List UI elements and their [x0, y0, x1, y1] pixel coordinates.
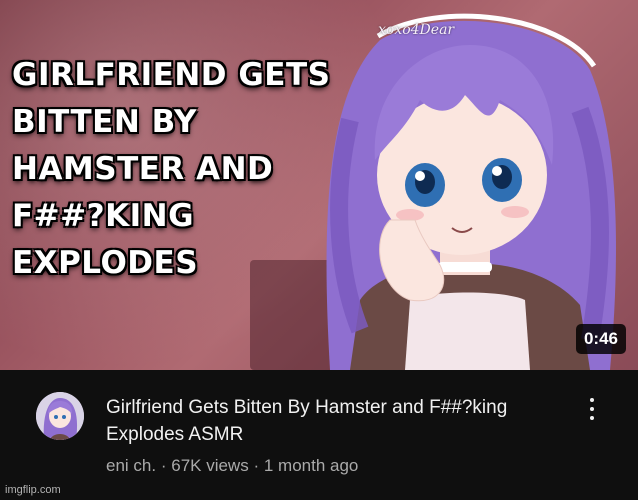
more-vert-icon[interactable] [582, 394, 602, 424]
duration-badge: 0:46 [575, 324, 626, 354]
video-thumbnail[interactable]: GIRLFRIEND GETS BITTEN BY HAMSTER AND F#… [0, 0, 638, 370]
video-title[interactable]: Girlfriend Gets Bitten By Hamster and F#… [106, 394, 546, 448]
avatar-image [36, 392, 84, 440]
thumbnail-title-text: GIRLFRIEND GETS BITTEN BY HAMSTER AND F#… [12, 57, 331, 281]
channel-name[interactable]: eni ch. [106, 456, 156, 475]
dot [590, 407, 594, 411]
upload-age: 1 month ago [263, 456, 359, 475]
video-meta: Girlfriend Gets Bitten By Hamster and F#… [0, 370, 638, 500]
dot [590, 398, 594, 402]
video-info: eni ch. · 67K views · 1 month ago [106, 456, 358, 476]
view-count: 67K views [171, 456, 249, 475]
separator: · [253, 456, 260, 475]
dot [590, 416, 594, 420]
separator: · [160, 456, 167, 475]
imgflip-watermark: imgflip.com [5, 484, 61, 496]
artist-watermark: xoxo4Dear [378, 22, 455, 38]
channel-avatar[interactable] [36, 392, 84, 440]
